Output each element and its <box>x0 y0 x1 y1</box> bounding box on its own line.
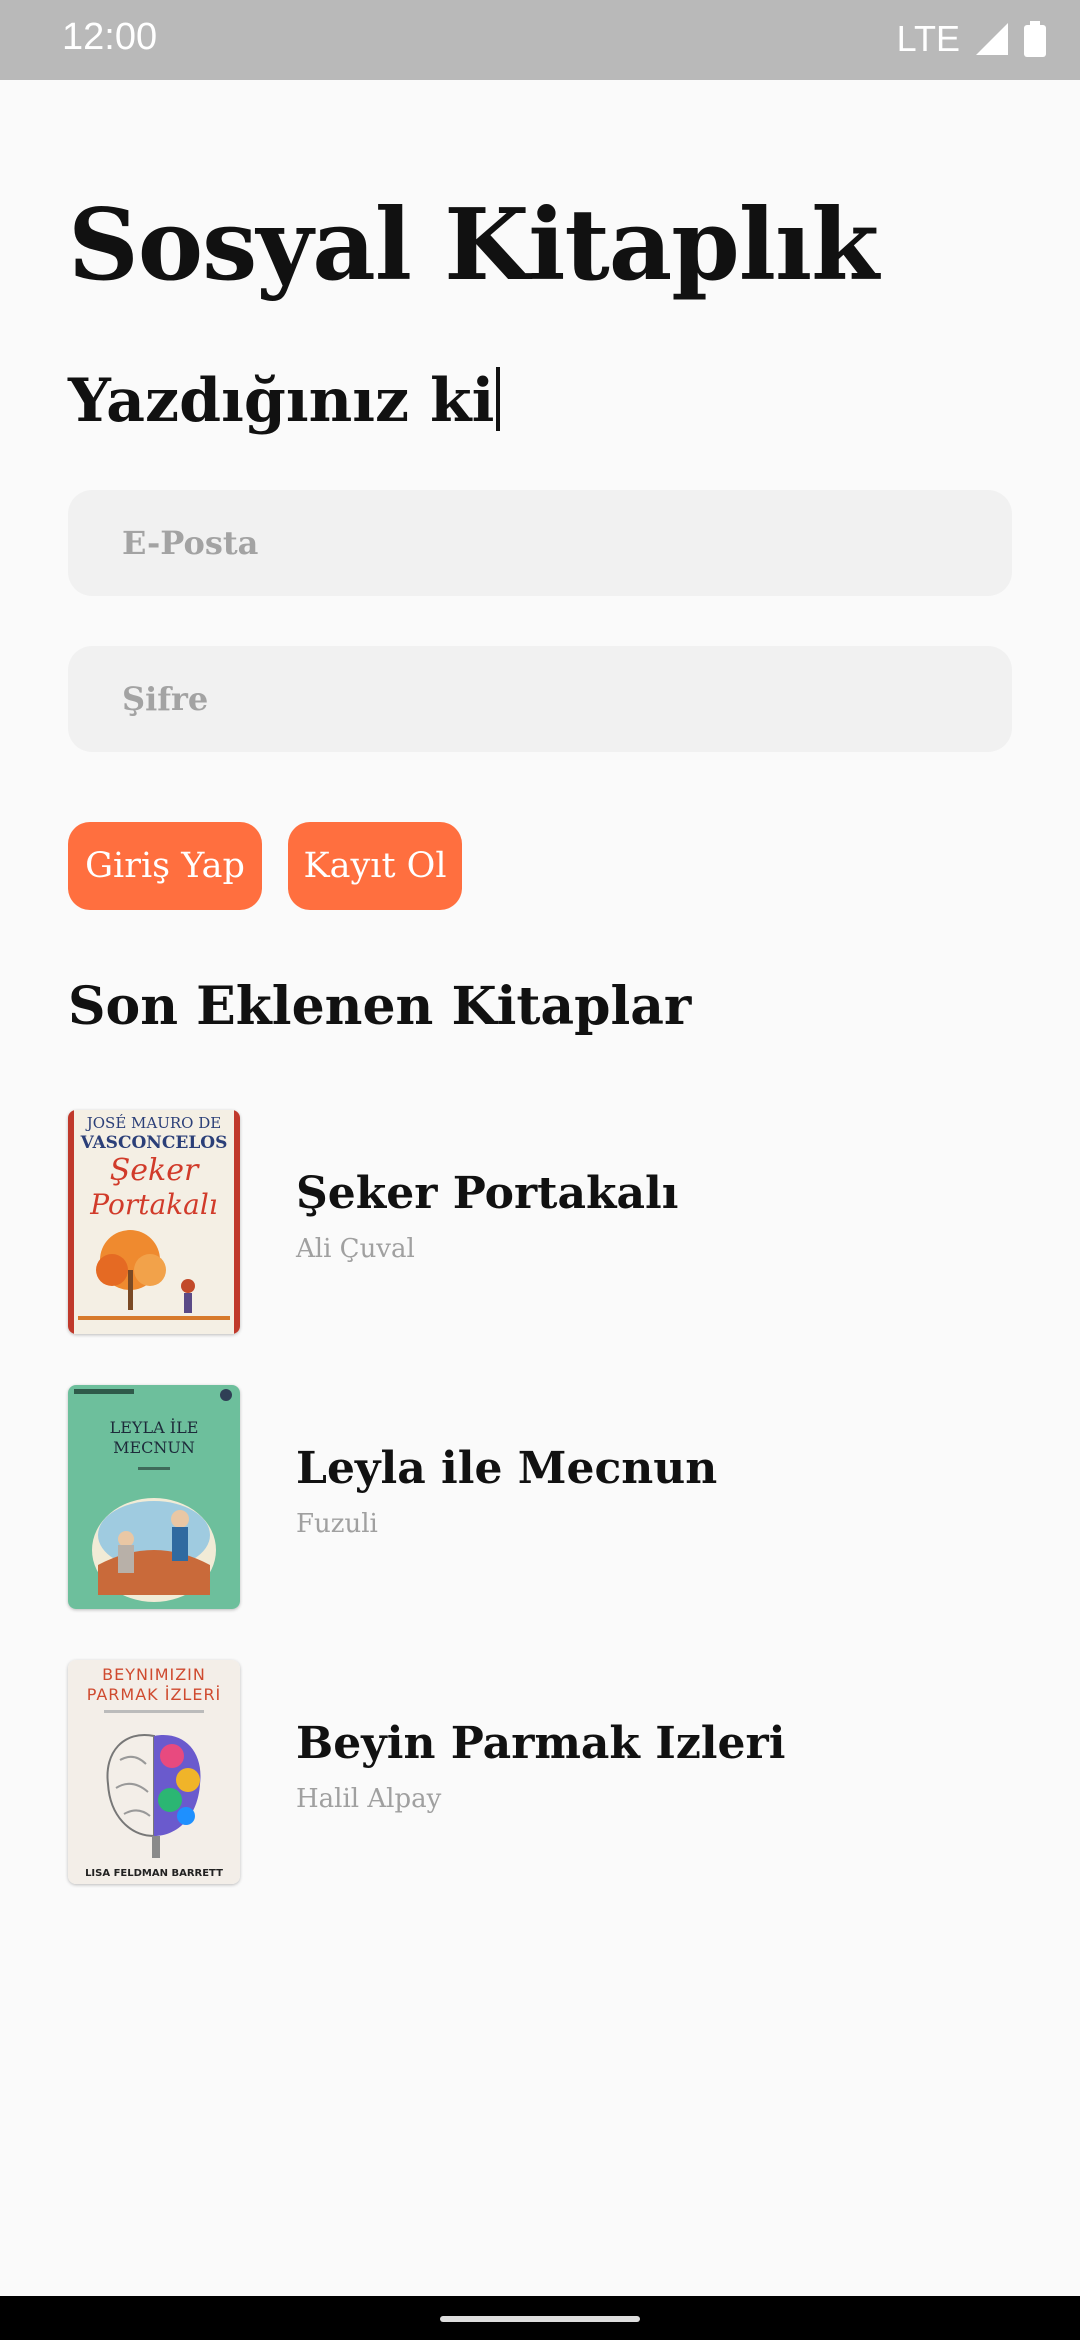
cover-title-line2: PARMAK İZLERİ <box>87 1685 222 1704</box>
cover-title-line1: BEYNIMIZIN <box>102 1665 206 1684</box>
typing-text: Yazdığınız ki <box>68 366 501 436</box>
book-item-beyin-parmak-izleri[interactable]: BEYNIMIZIN PARMAK İZLERİ LISA FELDMAN BA… <box>68 1660 968 1884</box>
network-label: LTE <box>896 18 960 59</box>
register-button[interactable]: Kayıt Ol <box>288 822 462 910</box>
cover-title-line2: Portakalı <box>89 1188 217 1221</box>
book-cover-image: BEYNIMIZIN PARMAK İZLERİ LISA FELDMAN BA… <box>68 1660 240 1884</box>
book-author: Halil Alpay <box>296 1784 442 1814</box>
book-cover-image: LEYLA İLE MECNUN <box>68 1385 240 1609</box>
book-author: Ali Çuval <box>296 1234 415 1264</box>
book-title: Leyla ile Mecnun <box>296 1443 718 1494</box>
email-input[interactable] <box>120 523 960 563</box>
cover-title-line1: Şeker <box>110 1153 200 1188</box>
password-field[interactable] <box>68 646 1012 752</box>
cover-title-line1: LEYLA İLE <box>110 1417 199 1437</box>
recent-books-title: Son Eklenen Kitaplar <box>68 976 692 1037</box>
cover-author-line2: VASCONCELOS <box>80 1133 228 1153</box>
status-bar: 12:00 LTE <box>0 0 1080 80</box>
status-icons: LTE <box>897 14 1046 64</box>
home-handle[interactable] <box>440 2316 640 2322</box>
email-field[interactable] <box>68 490 1012 596</box>
app-title: Sosyal Kitaplık <box>68 188 879 303</box>
navigation-bar <box>0 2296 1080 2340</box>
cover-author-line1: JOSÉ MAURO DE <box>85 1114 221 1132</box>
book-author: Fuzuli <box>296 1509 378 1539</box>
login-button[interactable]: Giriş Yap <box>68 822 262 910</box>
book-item-seker-portakali[interactable]: JOSÉ MAURO DE VASCONCELOS Şeker Portakal… <box>68 1110 968 1334</box>
cover-author: LISA FELDMAN BARRETT <box>85 1868 223 1879</box>
book-title: Beyin Parmak Izleri <box>296 1718 786 1769</box>
book-cover-image: JOSÉ MAURO DE VASCONCELOS Şeker Portakal… <box>68 1110 240 1334</box>
password-input[interactable] <box>120 679 960 719</box>
typing-text-value: Yazdığınız ki <box>68 366 495 436</box>
text-cursor <box>496 367 501 431</box>
signal-icon <box>976 23 1008 55</box>
book-item-leyla-ile-mecnun[interactable]: LEYLA İLE MECNUN Leyla ile Mecnun Fuzuli <box>68 1385 968 1609</box>
book-title: Şeker Portakalı <box>296 1168 679 1219</box>
battery-icon <box>1024 21 1046 57</box>
cover-title-line2: MECNUN <box>113 1438 195 1457</box>
status-time: 12:00 <box>62 16 158 58</box>
